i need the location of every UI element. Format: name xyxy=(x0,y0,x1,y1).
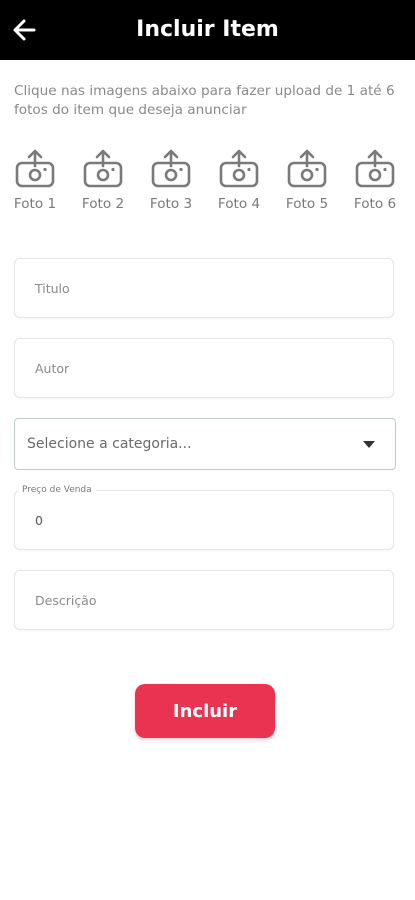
submit-button[interactable]: Incluir xyxy=(135,684,275,738)
page-title: Incluir Item xyxy=(136,17,279,42)
author-field xyxy=(14,338,394,398)
category-select-value: Selecione a categoria... xyxy=(27,436,192,452)
caret-down-icon xyxy=(363,441,375,448)
camera-upload-icon xyxy=(83,149,123,188)
photo-slot-4[interactable]: Foto 4 xyxy=(208,146,270,218)
photo-slot-6[interactable]: Foto 6 xyxy=(344,146,406,218)
description-input[interactable] xyxy=(35,571,375,629)
app-header: Incluir Item xyxy=(0,0,415,60)
camera-upload-icon xyxy=(287,149,327,188)
description-field xyxy=(14,570,394,630)
photo-upload-list: Foto 1 Foto 2 Foto 3 Foto 4 Foto 5 Foto … xyxy=(0,146,415,218)
camera-upload-icon xyxy=(219,149,259,188)
upload-instructions: Clique nas imagens abaixo para fazer upl… xyxy=(14,83,395,118)
price-label: Preço de Venda xyxy=(18,485,96,495)
back-button[interactable] xyxy=(8,14,40,46)
camera-upload-icon xyxy=(355,149,395,188)
photo-label: Foto 5 xyxy=(285,196,329,212)
photo-slot-1[interactable]: Foto 1 xyxy=(4,146,66,218)
camera-upload-icon xyxy=(151,149,191,188)
photo-slot-3[interactable]: Foto 3 xyxy=(140,146,202,218)
arrow-left-icon xyxy=(13,19,36,41)
category-select[interactable]: Selecione a categoria... xyxy=(14,418,396,470)
camera-upload-icon xyxy=(15,149,55,188)
price-field xyxy=(14,490,394,550)
price-input[interactable] xyxy=(35,491,375,549)
photo-label: Foto 1 xyxy=(13,196,57,212)
title-input[interactable] xyxy=(35,259,375,317)
author-input[interactable] xyxy=(35,339,375,397)
photo-label: Foto 4 xyxy=(217,196,261,212)
photo-slot-5[interactable]: Foto 5 xyxy=(276,146,338,218)
photo-label: Foto 3 xyxy=(149,196,193,212)
title-field xyxy=(14,258,394,318)
photo-label: Foto 6 xyxy=(353,196,397,212)
photo-label: Foto 2 xyxy=(81,196,125,212)
photo-slot-2[interactable]: Foto 2 xyxy=(72,146,134,218)
